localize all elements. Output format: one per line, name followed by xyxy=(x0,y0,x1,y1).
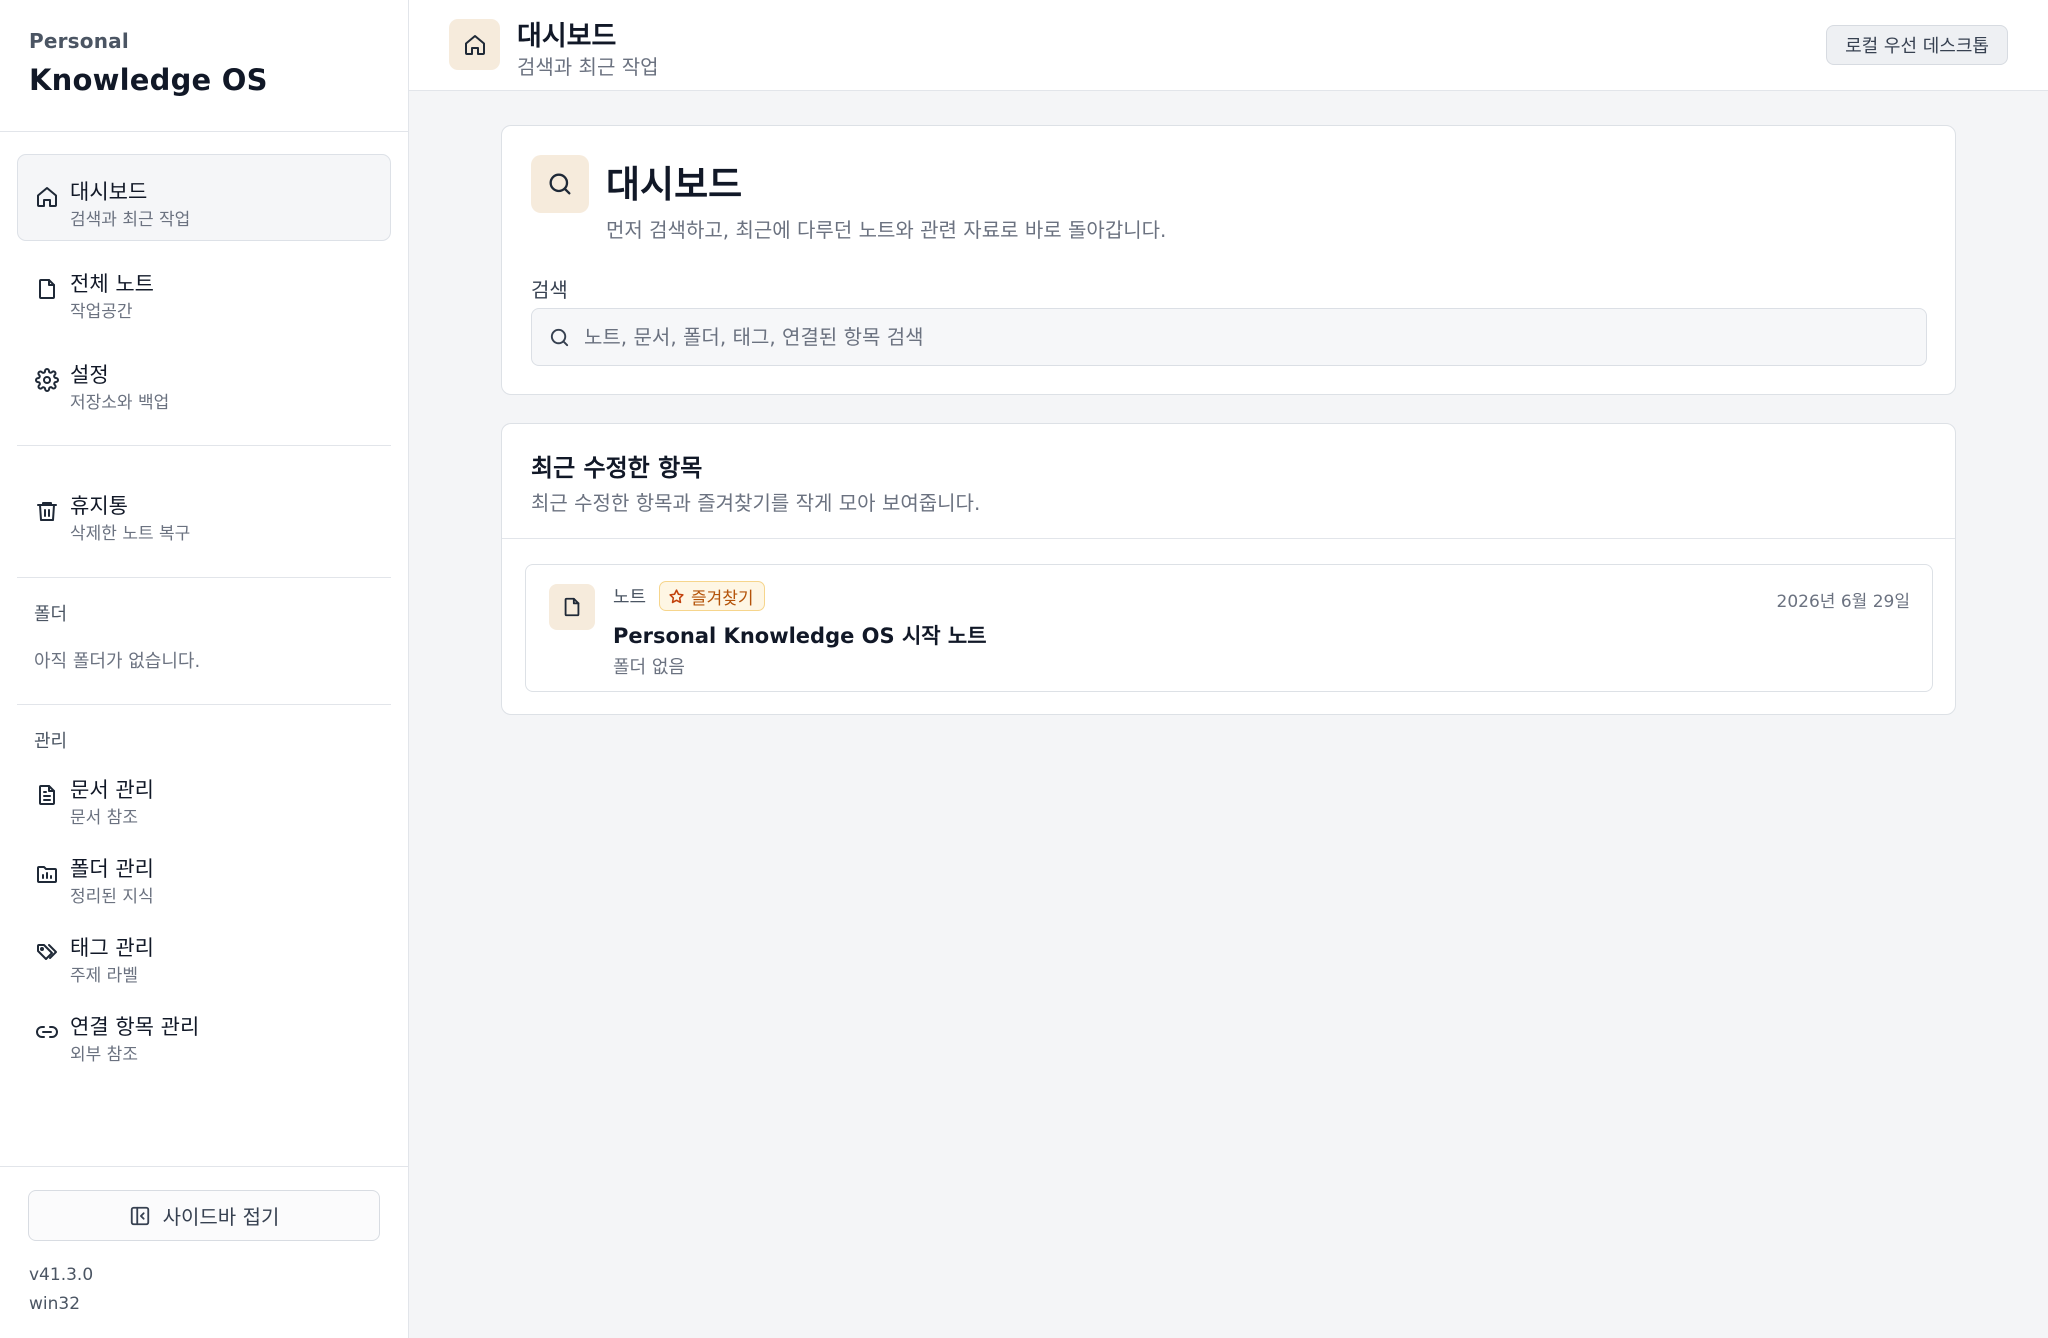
tags-icon xyxy=(35,941,59,965)
divider xyxy=(0,1166,408,1167)
folders-empty-message: 아직 폴더가 없습니다. xyxy=(34,651,201,672)
sidebar: Personal Knowledge OS 대시보드 검색과 최근 작업 전체 … xyxy=(0,0,409,1338)
brand: Personal Knowledge OS xyxy=(29,29,268,97)
star-icon xyxy=(668,588,685,605)
folder-icon xyxy=(35,862,59,886)
search-card: 대시보드 먼저 검색하고, 최근에 다루던 노트와 관련 자료로 바로 돌아갑니… xyxy=(501,125,1956,395)
link-icon xyxy=(35,1020,59,1044)
document-icon xyxy=(35,783,59,807)
sidebar-item-dashboard[interactable]: 대시보드 검색과 최근 작업 xyxy=(17,154,391,241)
sidebar-item-links[interactable]: 연결 항목 관리 외부 참조 xyxy=(17,989,391,1076)
divider xyxy=(17,577,391,578)
collapse-sidebar-button[interactable]: 사이드바 접기 xyxy=(28,1190,380,1241)
favorite-badge: 즐겨찾기 xyxy=(659,581,765,611)
manage-section-title: 관리 xyxy=(34,731,68,752)
folders-section-title: 폴더 xyxy=(34,604,68,625)
sidebar-item-trash[interactable]: 휴지통 삭제한 노트 복구 xyxy=(17,468,391,555)
sidebar-item-label: 문서 관리 xyxy=(70,778,154,802)
top-header: 대시보드 검색과 최근 작업 로컬 우선 데스크톱 xyxy=(409,0,2048,91)
page-title: 대시보드 xyxy=(517,21,617,52)
favorite-badge-label: 즐겨찾기 xyxy=(691,588,754,609)
sidebar-item-documents[interactable]: 문서 관리 문서 참조 xyxy=(17,752,391,839)
dashboard-description: 먼저 검색하고, 최근에 다루던 노트와 관련 자료로 바로 돌아갑니다. xyxy=(606,218,1167,242)
app-version: v41.3.0 xyxy=(29,1265,94,1285)
sidebar-item-label: 폴더 관리 xyxy=(70,857,154,881)
dashboard-heading: 대시보드 xyxy=(606,163,743,206)
sidebar-item-desc: 외부 참조 xyxy=(70,1045,138,1065)
sidebar-item-desc: 검색과 최근 작업 xyxy=(70,210,191,230)
sidebar-item-settings[interactable]: 설정 저장소와 백업 xyxy=(17,337,391,424)
note-date: 2026년 6월 29일 xyxy=(1776,592,1910,612)
search-field[interactable] xyxy=(531,308,1927,366)
divider xyxy=(17,704,391,705)
platform-label: win32 xyxy=(29,1294,81,1314)
sidebar-item-all-notes[interactable]: 전체 노트 작업공간 xyxy=(17,246,391,333)
panel-collapse-icon xyxy=(129,1205,151,1227)
divider xyxy=(0,131,408,132)
brand-title: Knowledge OS xyxy=(29,63,268,97)
sidebar-item-label: 휴지통 xyxy=(70,494,128,518)
divider xyxy=(17,445,391,446)
search-label: 검색 xyxy=(531,278,568,302)
search-icon xyxy=(531,155,589,213)
trash-icon xyxy=(35,499,59,523)
recent-description: 최근 수정한 항목과 즐겨찾기를 작게 모아 보여줍니다. xyxy=(531,491,981,515)
note-folder: 폴더 없음 xyxy=(613,657,685,678)
gear-icon xyxy=(35,368,59,392)
sidebar-item-desc: 작업공간 xyxy=(70,302,133,322)
note-kind-label: 노트 xyxy=(613,587,647,608)
local-first-badge[interactable]: 로컬 우선 데스크톱 xyxy=(1826,25,2008,65)
recent-title: 최근 수정한 항목 xyxy=(531,454,703,482)
home-icon xyxy=(35,185,59,209)
sidebar-item-folder-manage[interactable]: 폴더 관리 정리된 지식 xyxy=(17,831,391,918)
note-title: Personal Knowledge OS 시작 노트 xyxy=(613,624,987,648)
search-input[interactable] xyxy=(584,309,1904,365)
sidebar-item-desc: 주제 라벨 xyxy=(70,966,138,986)
sidebar-item-desc: 삭제한 노트 복구 xyxy=(70,524,191,544)
sidebar-item-desc: 문서 참조 xyxy=(70,808,138,828)
search-icon xyxy=(548,326,571,349)
recent-note-item[interactable]: 노트 즐겨찾기 2026년 6월 29일 Personal Knowledge … xyxy=(525,564,1933,692)
brand-subtitle: Personal xyxy=(29,29,129,53)
sidebar-item-label: 태그 관리 xyxy=(70,936,154,960)
collapse-sidebar-label: 사이드바 접기 xyxy=(162,1205,280,1229)
file-icon xyxy=(35,277,59,301)
sidebar-item-label: 전체 노트 xyxy=(70,272,154,296)
page-subtitle: 검색과 최근 작업 xyxy=(517,55,659,79)
sidebar-item-tags[interactable]: 태그 관리 주제 라벨 xyxy=(17,910,391,997)
sidebar-item-label: 연결 항목 관리 xyxy=(70,1015,200,1039)
file-icon xyxy=(549,584,595,630)
recent-header: 최근 수정한 항목 최근 수정한 항목과 즐겨찾기를 작게 모아 보여줍니다. xyxy=(502,424,1955,539)
sidebar-item-label: 대시보드 xyxy=(70,180,148,204)
recent-card: 최근 수정한 항목 최근 수정한 항목과 즐겨찾기를 작게 모아 보여줍니다. … xyxy=(501,423,1956,715)
sidebar-item-label: 설정 xyxy=(70,363,109,387)
home-icon xyxy=(449,19,500,70)
sidebar-item-desc: 저장소와 백업 xyxy=(70,393,170,413)
sidebar-item-desc: 정리된 지식 xyxy=(70,887,154,907)
